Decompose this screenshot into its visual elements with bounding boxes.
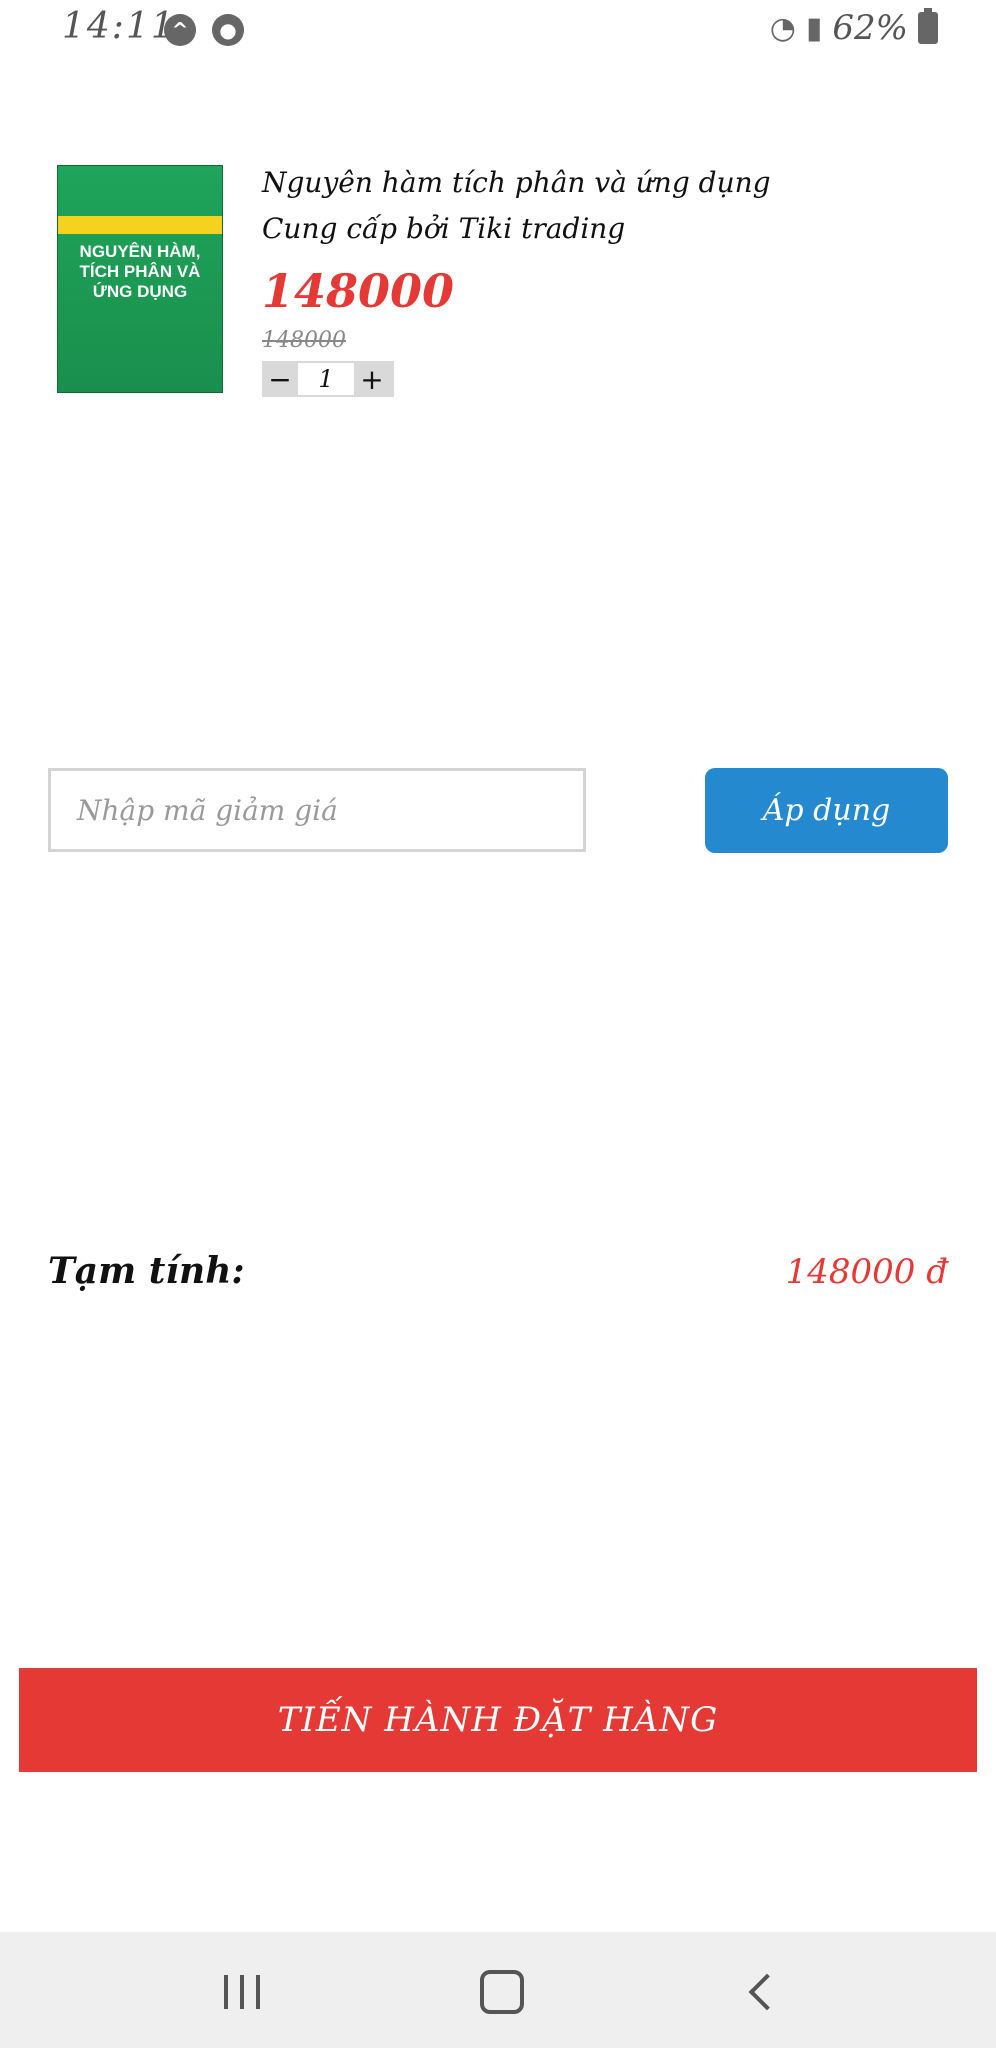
- qty-minus-button[interactable]: −: [262, 361, 298, 397]
- status-time: 14:11: [62, 6, 176, 47]
- coupon-input[interactable]: Nhập mã giảm giá: [48, 768, 586, 852]
- wifi-icon: ◔: [769, 10, 796, 46]
- home-icon[interactable]: [472, 1962, 532, 2022]
- battery-percent: 62%: [832, 8, 908, 48]
- subtotal-label: Tạm tính:: [48, 1250, 245, 1292]
- product-old-price: 148000: [262, 328, 346, 353]
- navigation-icon: ^: [164, 14, 196, 46]
- apply-coupon-button[interactable]: Áp dụng: [705, 768, 948, 853]
- product-price: 148000: [262, 264, 455, 318]
- product-title[interactable]: Nguyên hàm tích phân và ứng dụng: [262, 160, 942, 206]
- product-thumbnail[interactable]: NGUYÊN HÀM, TÍCH PHÂN VÀ ỨNG DỤNG: [58, 166, 222, 392]
- back-icon[interactable]: [732, 1962, 792, 2022]
- status-right-group: ◔ ▮ 62%: [770, 8, 938, 48]
- qty-plus-button[interactable]: +: [354, 361, 390, 397]
- battery-icon: [918, 8, 938, 44]
- status-bar: 14:11 ^ ● ◔ ▮ 62%: [0, 0, 996, 60]
- checkout-button[interactable]: TIẾN HÀNH ĐẶT HÀNG: [19, 1668, 977, 1772]
- signal-icon: ▮: [805, 10, 823, 46]
- cart-screen: 14:11 ^ ● ◔ ▮ 62% NGUYÊN HÀM, TÍCH PHÂN …: [0, 0, 996, 2048]
- product-seller: Cung cấp bởi Tiki trading: [262, 212, 626, 245]
- qty-value[interactable]: 1: [298, 363, 354, 395]
- system-nav-bar: [0, 1932, 996, 2048]
- product-info: Nguyên hàm tích phân và ứng dụng Cung cấ…: [262, 160, 942, 397]
- quantity-stepper: − 1 +: [262, 361, 394, 397]
- subtotal-value: 148000 đ: [785, 1252, 948, 1292]
- thumbnail-band: [58, 216, 222, 234]
- recent-apps-icon[interactable]: [212, 1962, 272, 2022]
- account-icon: ●: [212, 14, 244, 46]
- thumbnail-title: NGUYÊN HÀM, TÍCH PHÂN VÀ ỨNG DỤNG: [79, 242, 201, 301]
